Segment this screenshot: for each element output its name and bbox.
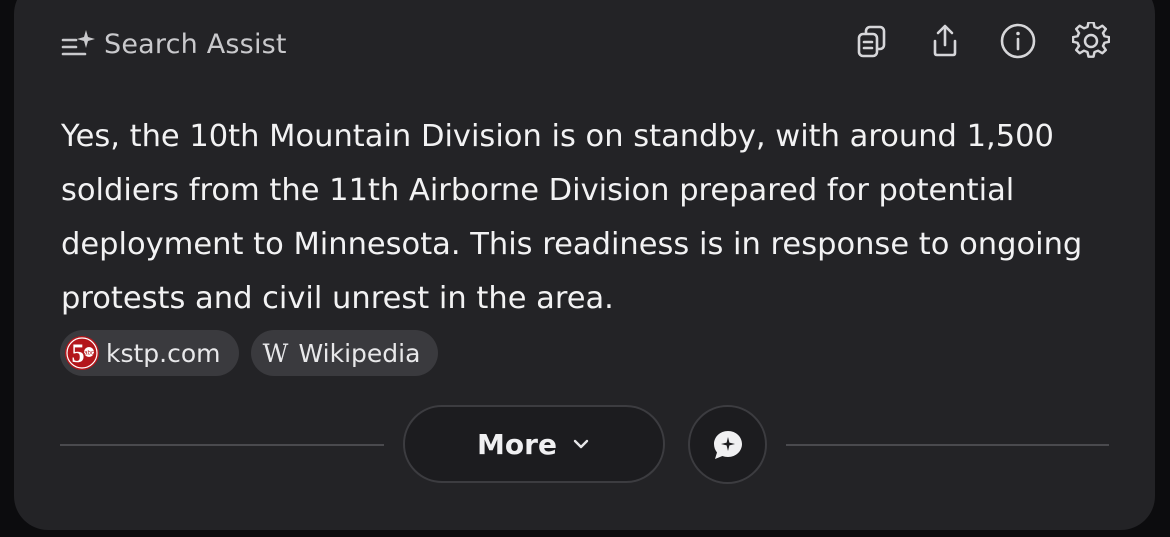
search-assist-logo-icon [61,30,95,56]
left-divider [60,444,384,446]
wikipedia-w-icon: W [262,338,289,368]
source-chips: 5 abc kstp.com W Wikipedia [60,330,439,376]
share-icon[interactable] [926,22,964,60]
chat-button[interactable] [688,405,767,484]
source-chip-label: Wikipedia [298,338,421,368]
kstp-5-icon: 5 abc [64,335,100,371]
info-icon[interactable] [999,22,1037,60]
copy-icon[interactable] [853,22,891,60]
more-button-label: More [477,427,557,461]
settings-icon[interactable] [1072,22,1110,60]
svg-text:5: 5 [72,339,85,368]
chat-bubble-icon [713,430,742,459]
search-assist-title: Search Assist [104,28,287,60]
toolbar [853,22,1110,60]
answer-text: Yes, the 10th Mountain Division is on st… [61,119,1083,316]
svg-text:abc: abc [84,351,94,357]
source-chip-label: kstp.com [106,338,221,368]
more-button[interactable]: More [403,405,665,483]
search-assist-header: Search Assist [60,22,287,66]
right-divider [786,444,1109,446]
source-chip-kstp[interactable]: 5 abc kstp.com [60,330,239,376]
chevron-down-icon [573,439,589,449]
source-chip-wikipedia[interactable]: W Wikipedia [250,330,439,376]
